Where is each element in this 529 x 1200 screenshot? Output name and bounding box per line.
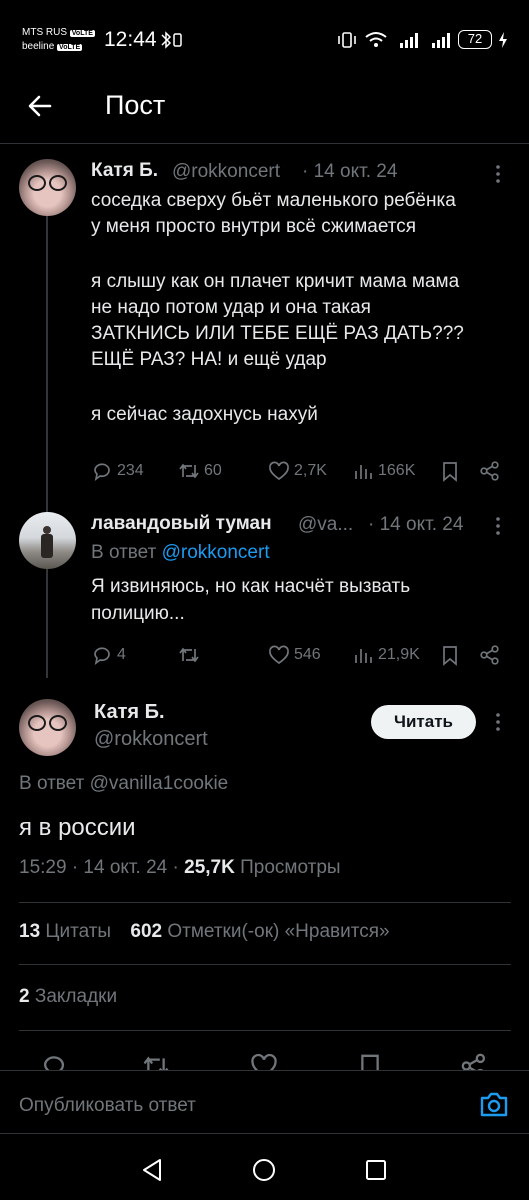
signal-icon-1 [400,33,418,48]
main-tweet-text: я в россии [19,814,136,841]
share-icon[interactable] [479,644,501,666]
bookmarks-stat[interactable]: 2 Закладки [19,986,117,1008]
page-title: Пост [105,90,166,120]
bluetooth-icon [161,31,182,49]
reply-composer: Опубликовать ответ [0,1070,529,1134]
back-arrow-icon[interactable] [26,92,54,120]
reply-button[interactable]: 4 [91,644,126,666]
divider [19,902,511,903]
reply-icon[interactable] [40,1052,68,1070]
tweet-author-name[interactable]: лавандовый туман [91,513,272,535]
divider [19,1030,511,1031]
volte-badge: VoLTE [69,30,95,37]
camera-icon[interactable] [478,1090,510,1118]
like-button[interactable]: 2,7K [268,460,327,482]
bookmark-icon[interactable] [356,1052,384,1070]
nav-recents-icon[interactable] [365,1159,387,1181]
tweet-author-handle[interactable]: @rokkoncert [172,161,280,183]
charging-icon [499,32,507,48]
tweet-meta: 15:29 · 14 окт. 24 · 25,7K Просмотры [19,857,341,878]
reply-button[interactable]: 234 [91,460,144,482]
more-icon[interactable] [494,516,502,536]
likes-stat[interactable]: 602 Отметки(-ок) «Нравится» [130,921,389,942]
thread-line [46,216,48,678]
wifi-icon [365,32,387,47]
retweet-icon [179,463,199,479]
avatar[interactable] [19,512,76,569]
views-button[interactable]: 166K [352,460,415,482]
system-nav-bar [0,1136,529,1200]
reply-context[interactable]: В ответ @vanilla1cookie [19,773,228,795]
engagement-stats: 13 Цитаты 602 Отметки(-ок) «Нравится» [19,921,390,943]
tweet-text: соседка сверху бьёт маленького ребёнка у… [91,190,464,425]
retweet-button[interactable] [178,644,204,666]
share-icon[interactable] [479,460,501,482]
divider [19,964,511,965]
reply-context: В ответ @rokkoncert [91,542,270,563]
reply-input[interactable]: Опубликовать ответ [19,1095,196,1117]
header: Пост [0,72,529,144]
tweet-author-handle[interactable]: @va... [298,514,353,536]
reply-icon [94,647,110,666]
like-button[interactable]: 546 [268,644,321,666]
status-bar: MTS RUS VoLTE beeline VoLTE 12:44 72 [0,0,529,70]
share-icon[interactable] [460,1052,488,1070]
nav-home-icon[interactable] [252,1158,276,1182]
follow-button[interactable]: Читать [371,705,476,739]
quotes-stat[interactable]: 13 Цитаты [19,921,111,942]
carrier-2: beeline [22,41,55,52]
reply-icon [94,463,110,482]
like-icon[interactable] [250,1052,278,1070]
tweet-text: Я извиняюсь, но как насчёт вызвать полиц… [91,576,411,624]
views-button[interactable]: 21,9K [352,644,420,666]
retweet-button[interactable]: 60 [178,460,222,482]
more-icon[interactable] [494,164,502,184]
main-tweet-author-handle[interactable]: @rokkoncert [94,728,208,751]
carrier-1: MTS RUS [22,27,67,38]
more-icon[interactable] [494,712,502,732]
retweet-icon[interactable] [142,1052,170,1070]
main-tweet-author-name[interactable]: Катя Б. [94,701,165,724]
retweet-icon [179,647,199,663]
main-action-row [0,1050,529,1070]
battery-indicator: 72 [458,30,492,49]
views-icon [355,465,372,479]
reply-mention-link[interactable]: @rokkoncert [162,542,270,563]
views-icon [355,649,372,663]
bookmark-icon[interactable] [439,644,461,666]
views-count: 25,7K [184,857,235,878]
vibrate-icon [338,32,356,48]
like-icon [269,461,289,481]
avatar[interactable] [19,159,76,216]
avatar[interactable] [19,699,76,756]
clock: 12:44 [104,28,157,51]
tweet-date[interactable]: · 14 окт. 24 [302,161,397,183]
like-icon [269,645,289,665]
tweet-date[interactable]: · 14 окт. 24 [368,514,463,536]
bookmark-icon[interactable] [439,460,461,482]
tweet-author-name[interactable]: Катя Б. [91,160,158,182]
signal-icon-2 [432,33,450,48]
volte-badge-2: VoLTE [57,44,83,51]
nav-back-icon[interactable] [141,1158,163,1182]
